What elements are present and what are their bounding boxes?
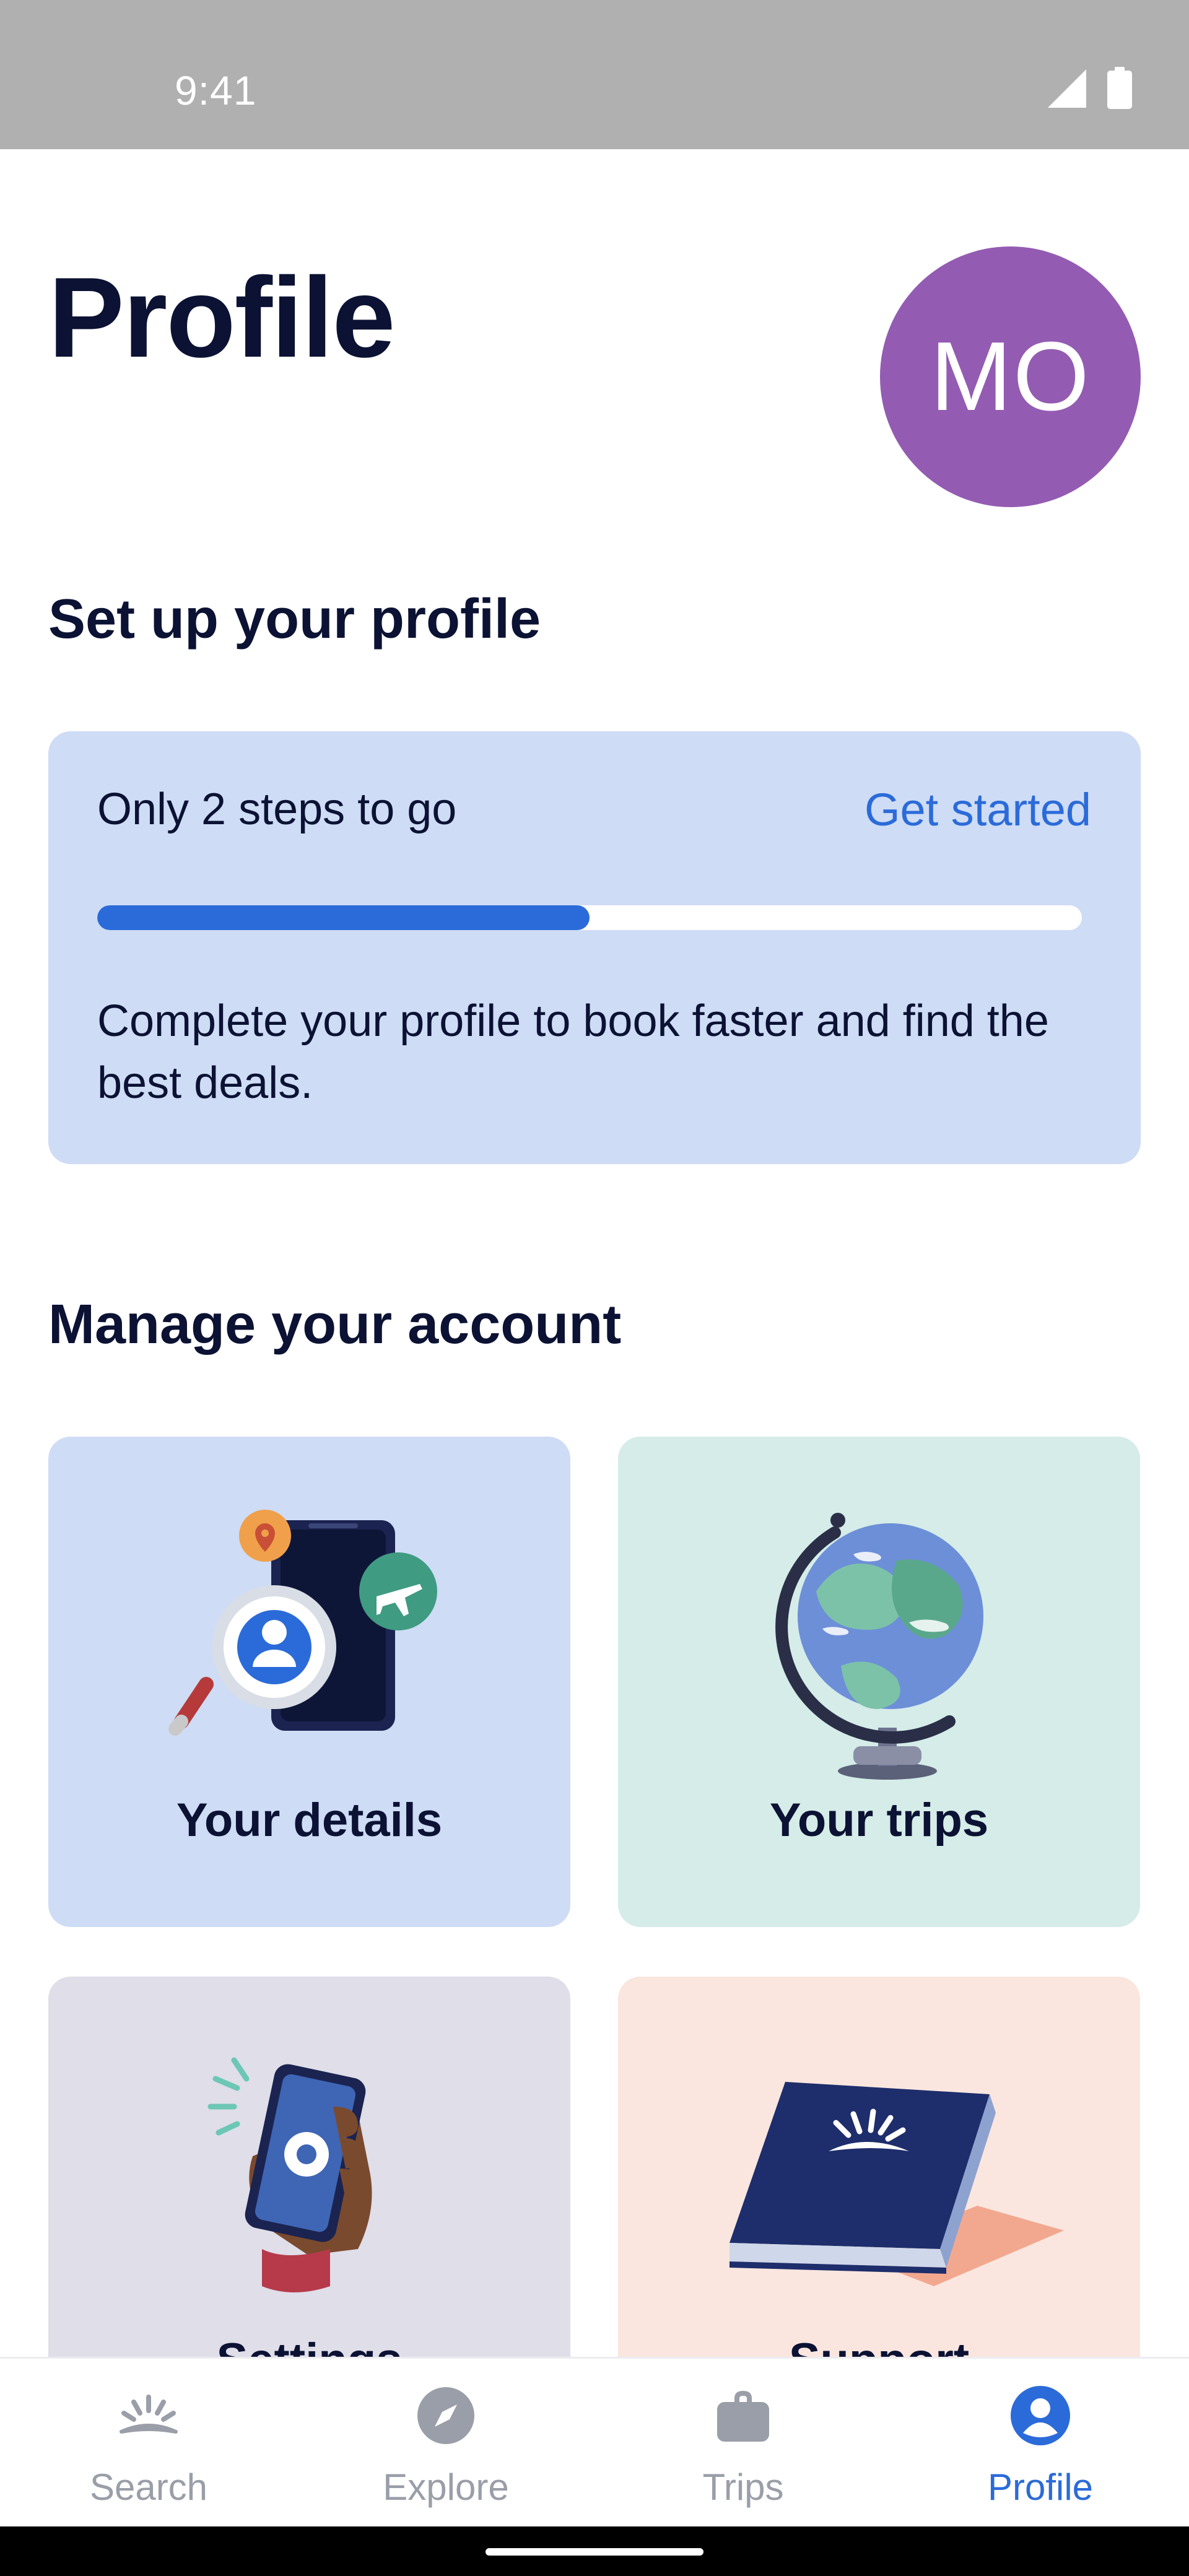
tile-label: Your details: [176, 1794, 443, 1847]
get-started-link[interactable]: Get started: [865, 787, 1091, 833]
nav-item-search[interactable]: Search: [0, 2359, 297, 2528]
signal-icon: [1048, 69, 1086, 108]
page-title: Profile: [48, 253, 396, 381]
tile-your-details[interactable]: Your details: [48, 1437, 570, 1927]
globe-illustration: [775, 1513, 983, 1780]
setup-profile-card: Only 2 steps to go Get started Complete …: [48, 731, 1141, 1164]
avatar-initials: MO: [930, 322, 1091, 431]
status-bar: 9:41: [0, 0, 1189, 149]
nav-label-explore: Explore: [383, 2466, 509, 2508]
home-gesture-handle[interactable]: [486, 2548, 703, 2556]
setup-description: Complete your profile to book faster and…: [97, 996, 1049, 1108]
profile-progress-bar: [97, 905, 1082, 930]
nav-item-profile[interactable]: Profile: [892, 2359, 1189, 2528]
book-illustration: [730, 2082, 1064, 2286]
nav-item-trips[interactable]: Trips: [594, 2359, 892, 2528]
nav-item-explore[interactable]: Explore: [297, 2359, 594, 2528]
nav-label-trips: Trips: [702, 2466, 784, 2508]
hand-phone-gear-illustration: [207, 2057, 372, 2292]
avatar[interactable]: MO: [880, 246, 1141, 507]
tile-label: Your trips: [769, 1794, 989, 1847]
bottom-navigation: Search Explore Trips Profile: [0, 2357, 1189, 2526]
magnifier-phone-illustration: [168, 1510, 437, 1736]
profile-progress-fill: [97, 905, 590, 930]
nav-label-search: Search: [89, 2466, 208, 2508]
gesture-bar: [0, 2526, 1189, 2576]
sunrise-icon: [120, 2395, 178, 2434]
battery-icon: [1107, 67, 1132, 109]
compass-icon: [417, 2387, 474, 2444]
nav-label-profile: Profile: [987, 2466, 1094, 2508]
manage-heading: Manage your account: [48, 1294, 622, 1355]
suitcase-icon: [717, 2391, 769, 2442]
status-time: 9:41: [175, 67, 257, 113]
setup-heading: Set up your profile: [48, 588, 541, 650]
tile-your-trips[interactable]: Your trips: [618, 1437, 1140, 1927]
steps-remaining-text: Only 2 steps to go: [97, 785, 457, 834]
person-icon: [1011, 2386, 1070, 2445]
